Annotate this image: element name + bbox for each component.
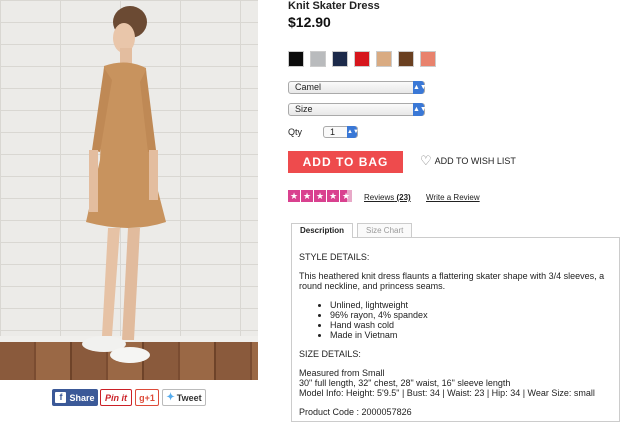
tab-size-chart[interactable]: Size Chart	[357, 223, 413, 237]
measured-text: Measured from Small	[299, 368, 385, 378]
product-photo[interactable]	[0, 0, 258, 380]
color-swatch-coral[interactable]	[420, 51, 436, 67]
twitter-tweet-button[interactable]: ✦ Tweet	[162, 389, 206, 406]
list-item: Made in Vietnam	[330, 330, 611, 340]
color-select[interactable]: Camel ▲▼	[288, 81, 427, 94]
heart-icon: ♡	[420, 153, 432, 168]
star-rating: ★ ★ ★ ★ ★	[288, 190, 353, 202]
google-plus-button[interactable]: g+1	[135, 389, 159, 406]
color-swatch-heather-grey[interactable]	[310, 51, 326, 67]
star-icon: ★	[327, 190, 339, 202]
color-select-value: Camel	[295, 82, 322, 92]
color-swatch-brown[interactable]	[398, 51, 414, 67]
list-item: Hand wash cold	[330, 320, 611, 330]
product-price: $12.90	[288, 14, 331, 30]
style-details-list: Unlined, lightweight 96% rayon, 4% spand…	[330, 300, 611, 340]
size-select-value: Size	[295, 104, 313, 114]
tab-description[interactable]: Description	[291, 223, 354, 238]
star-icon: ★	[288, 190, 300, 202]
color-swatch-navy[interactable]	[332, 51, 348, 67]
size-select[interactable]: Size ▲▼	[288, 103, 427, 116]
product-title: Knit Skater Dress	[288, 0, 380, 12]
qty-select[interactable]: 1 ▲▼	[323, 126, 359, 138]
color-swatch-black[interactable]	[288, 51, 304, 67]
size-details-heading: SIZE DETAILS:	[299, 349, 361, 359]
pinterest-pin-label: Pin it	[105, 392, 127, 403]
pinterest-pin-button[interactable]: Pin it	[100, 389, 132, 406]
qty-value: 1	[330, 127, 336, 137]
reviews-count: (23)	[396, 193, 411, 202]
list-item: Unlined, lightweight	[330, 300, 611, 310]
lengths-text: 30" full length, 32" chest, 28" waist, 1…	[299, 378, 511, 388]
color-swatches	[288, 51, 442, 67]
model-figure	[82, 6, 166, 363]
star-icon: ★	[314, 190, 326, 202]
qty-label: Qty	[288, 127, 303, 137]
facebook-icon: f	[55, 392, 67, 403]
list-item: 96% rayon, 4% spandex	[330, 310, 611, 320]
color-swatch-red[interactable]	[354, 51, 370, 67]
twitter-bird-icon: ✦	[166, 392, 175, 403]
facebook-share-label: Share	[69, 392, 95, 403]
product-code: Product Code : 2000057826	[299, 407, 412, 417]
description-panel: STYLE DETAILS: This heathered knit dress…	[291, 237, 620, 422]
select-arrows-icon: ▲▼	[413, 103, 427, 116]
twitter-tweet-label: Tweet	[176, 392, 202, 403]
reviews-link[interactable]: Reviews (23)	[364, 193, 411, 202]
write-review-link[interactable]: Write a Review	[426, 193, 480, 202]
select-arrows-icon: ▲▼	[413, 81, 427, 94]
add-to-wish-list-link[interactable]: ♡ ADD TO WISH LIST	[420, 153, 516, 168]
style-details-heading: STYLE DETAILS:	[299, 252, 370, 262]
style-details-text: This heathered knit dress flaunts a flat…	[299, 271, 605, 291]
wish-list-label: ADD TO WISH LIST	[434, 156, 516, 166]
model-info-text: Model Info: Height: 5'9.5" | Bust: 34 | …	[299, 388, 595, 398]
google-plus-label: g+1	[139, 392, 155, 403]
add-to-bag-button[interactable]: ADD TO BAG	[288, 151, 403, 173]
color-swatch-camel[interactable]	[376, 51, 392, 67]
select-arrows-icon: ▲▼	[347, 126, 359, 138]
reviews-label: Reviews	[364, 193, 395, 202]
facebook-share-button[interactable]: f Share	[52, 389, 98, 406]
star-icon: ★	[340, 190, 352, 202]
star-icon: ★	[301, 190, 313, 202]
